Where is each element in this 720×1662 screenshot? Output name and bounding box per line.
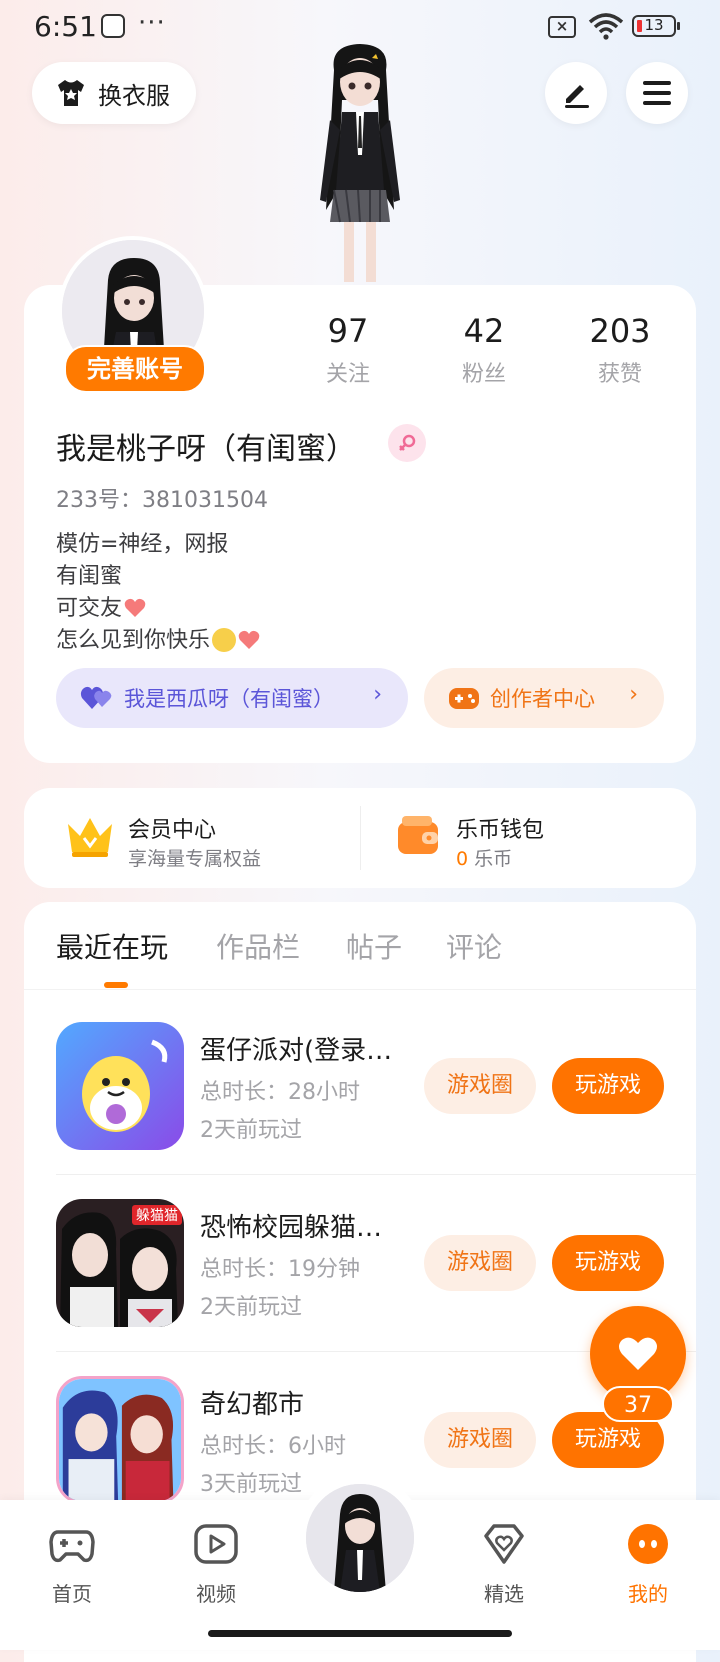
nav-featured-label: 精选 bbox=[484, 1582, 524, 1606]
game-last-played: 2天前玩过 bbox=[200, 1118, 302, 1143]
wallet-balance: 0 乐币 bbox=[456, 844, 512, 871]
notification-app-icon bbox=[101, 14, 125, 38]
game2-banner-text: 躲猫猫 bbox=[136, 1208, 178, 1224]
double-heart-icon bbox=[80, 686, 112, 709]
horror-school-art: 躲猫猫 bbox=[56, 1199, 184, 1327]
game-last-played: 3天前玩过 bbox=[200, 1472, 302, 1497]
red-heart-emoji-icon bbox=[124, 598, 146, 617]
tab-works[interactable]: 作品栏 bbox=[216, 926, 300, 966]
play-game-button[interactable]: 玩游戏 bbox=[552, 1058, 664, 1114]
smile-emoji-icon bbox=[212, 628, 237, 652]
crown-icon[interactable] bbox=[64, 812, 116, 860]
play-game-button[interactable]: 玩游戏 bbox=[552, 1235, 664, 1291]
wallet-amount: 0 bbox=[456, 848, 469, 870]
member-center-subtitle: 享海量专属权益 bbox=[128, 848, 262, 870]
wallet-unit: 乐币 bbox=[474, 848, 513, 870]
member-center-title[interactable]: 会员中心 bbox=[128, 812, 216, 844]
tab-recently-played[interactable]: 最近在玩 bbox=[56, 926, 168, 966]
game-duration: 总时长：19分钟 bbox=[200, 1257, 360, 1282]
wallet-icon[interactable] bbox=[394, 814, 442, 858]
stat-following-value: 97 bbox=[327, 312, 369, 350]
bio-line: 有闺蜜 bbox=[56, 564, 123, 589]
row-divider bbox=[56, 1174, 696, 1175]
stat-following[interactable]: 97 关注 bbox=[288, 312, 408, 388]
status-time: 6:51 bbox=[34, 10, 97, 43]
game-circle-button[interactable]: 游戏圈 bbox=[424, 1235, 536, 1291]
creator-center-button[interactable]: 创作者中心 › bbox=[424, 668, 664, 728]
game-circle-button[interactable]: 游戏圈 bbox=[424, 1412, 536, 1468]
hamburger-menu-icon bbox=[643, 81, 671, 105]
center-avatar-button[interactable] bbox=[306, 1484, 414, 1592]
stat-likes-value: 203 bbox=[589, 312, 651, 350]
bestie-link-label: 我是西瓜呀（有闺蜜） bbox=[124, 687, 334, 711]
nav-mine[interactable]: 我的 bbox=[598, 1522, 698, 1607]
wallet-title[interactable]: 乐币钱包 bbox=[456, 812, 544, 844]
game-icon-eggy-party[interactable] bbox=[56, 1022, 184, 1150]
creator-center-label: 创作者中心 bbox=[490, 687, 595, 711]
no-sim-icon: × bbox=[548, 16, 576, 38]
dress-up-button[interactable]: 换衣服 bbox=[32, 62, 196, 124]
menu-button[interactable] bbox=[626, 62, 688, 124]
game-icon-fantasy-city[interactable] bbox=[56, 1376, 184, 1504]
game-name[interactable]: 蛋仔派对(登录… bbox=[200, 1030, 410, 1067]
gamepad-plus-icon bbox=[449, 688, 479, 709]
stat-fans[interactable]: 42 粉丝 bbox=[424, 312, 544, 388]
tab-divider bbox=[24, 989, 696, 990]
stat-fans-value: 42 bbox=[463, 312, 505, 350]
chevron-right-icon: › bbox=[373, 682, 382, 707]
battery-icon: 13 bbox=[632, 15, 680, 37]
active-tab-indicator bbox=[104, 982, 128, 988]
divider bbox=[360, 806, 361, 870]
tab-comments[interactable]: 评论 bbox=[446, 926, 502, 966]
nav-mine-label: 我的 bbox=[628, 1582, 668, 1606]
nav-video[interactable]: 视频 bbox=[166, 1522, 266, 1607]
nav-video-label: 视频 bbox=[196, 1582, 236, 1606]
tshirt-icon bbox=[58, 80, 84, 106]
gamepad-icon bbox=[49, 1530, 95, 1563]
bio-line: 可交友 bbox=[56, 590, 146, 622]
bio-line-text: 可交友 bbox=[56, 596, 123, 621]
game-last-played: 2天前玩过 bbox=[200, 1295, 302, 1320]
tab-posts[interactable]: 帖子 bbox=[346, 926, 402, 966]
stat-fans-label: 粉丝 bbox=[461, 362, 506, 387]
stat-following-label: 关注 bbox=[325, 362, 370, 387]
fantasy-city-art bbox=[59, 1379, 181, 1501]
eggy-party-art bbox=[56, 1022, 184, 1150]
profile-face-icon bbox=[628, 1524, 668, 1564]
wifi-icon bbox=[588, 13, 624, 40]
red-heart-emoji-icon bbox=[238, 630, 260, 649]
more-notifications-icon: ··· bbox=[138, 8, 166, 38]
game-name[interactable]: 恐怖校园躲猫… bbox=[200, 1207, 410, 1244]
bio-line: 怎么见到你快乐 bbox=[56, 622, 260, 654]
nav-home-label: 首页 bbox=[52, 1582, 92, 1606]
game-name[interactable]: 奇幻都市 bbox=[200, 1384, 410, 1421]
nickname: 我是桃子呀（有闺蜜） bbox=[56, 432, 356, 467]
game-duration: 总时长：28小时 bbox=[200, 1080, 360, 1105]
stat-likes[interactable]: 203 获赞 bbox=[560, 312, 680, 388]
female-gender-icon bbox=[388, 424, 426, 462]
game-duration: 总时长：6小时 bbox=[200, 1434, 346, 1459]
heart-icon bbox=[619, 1337, 657, 1370]
bio-line-text: 怎么见到你快乐 bbox=[56, 628, 211, 653]
chevron-right-icon: › bbox=[629, 682, 638, 707]
nav-featured[interactable]: 精选 bbox=[454, 1522, 554, 1607]
avatar-figure bbox=[306, 1484, 414, 1592]
complete-account-badge[interactable]: 完善账号 bbox=[64, 345, 206, 393]
home-indicator[interactable] bbox=[208, 1630, 512, 1637]
like-count-badge: 37 bbox=[602, 1386, 674, 1422]
heart-gem-icon bbox=[484, 1524, 524, 1564]
stat-likes-label: 获赞 bbox=[597, 362, 642, 387]
edit-profile-button[interactable] bbox=[545, 62, 607, 124]
user-id: 233号：381031504 bbox=[56, 488, 268, 513]
bio-line: 模仿=神经，网报 bbox=[56, 532, 229, 557]
pen-icon bbox=[565, 85, 589, 108]
video-icon bbox=[194, 1524, 238, 1564]
game-circle-button[interactable]: 游戏圈 bbox=[424, 1058, 536, 1114]
bestie-link-button[interactable]: 我是西瓜呀（有闺蜜） › bbox=[56, 668, 408, 728]
dress-up-label: 换衣服 bbox=[98, 81, 170, 110]
nav-home[interactable]: 首页 bbox=[22, 1522, 122, 1607]
game-icon-horror-school[interactable]: 躲猫猫 bbox=[56, 1199, 184, 1327]
avatar-3d-figure[interactable] bbox=[290, 40, 430, 285]
